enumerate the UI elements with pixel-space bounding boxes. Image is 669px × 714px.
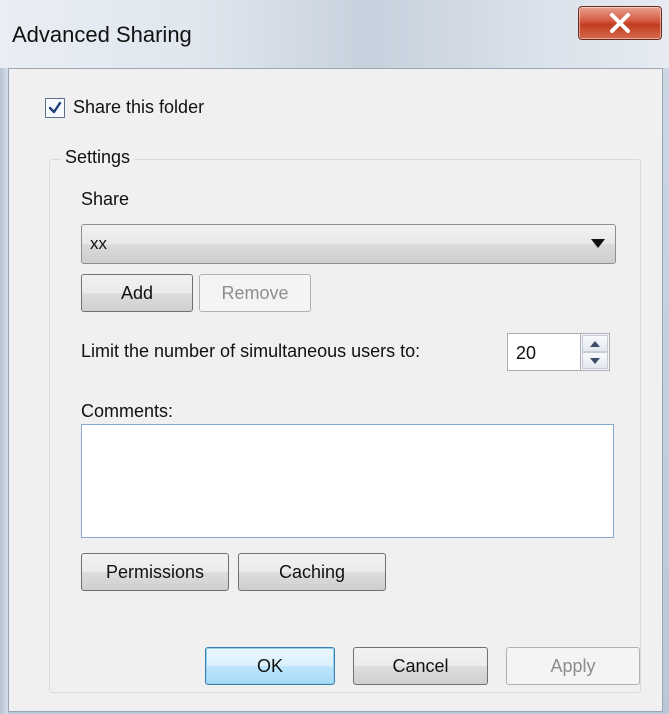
apply-button[interactable]: Apply — [506, 647, 640, 685]
user-limit-spinner[interactable] — [580, 333, 610, 371]
remove-button[interactable]: Remove — [199, 274, 311, 312]
title-bar: Advanced Sharing — [0, 0, 669, 68]
share-name-value: xx — [90, 234, 107, 253]
dropdown-arrow-icon — [591, 239, 605, 248]
share-this-folder-row[interactable]: Share this folder — [45, 97, 204, 118]
share-name-dropdown[interactable]: xx — [81, 224, 616, 264]
comments-textarea[interactable] — [81, 424, 614, 538]
dialog-body: Share this folder Settings Share xx Add … — [8, 68, 663, 712]
settings-group-title: Settings — [61, 147, 135, 168]
share-label: Share — [81, 189, 130, 209]
share-this-folder-checkbox[interactable] — [45, 97, 65, 118]
spin-up-button[interactable] — [582, 335, 608, 352]
user-limit-input[interactable]: 20 — [507, 333, 581, 371]
spin-down-icon — [590, 357, 600, 364]
ok-button[interactable]: OK — [205, 647, 335, 685]
spin-down-button[interactable] — [582, 352, 608, 369]
checkmark-icon — [48, 101, 62, 113]
advanced-sharing-window: Advanced Sharing Share this folder Setti… — [0, 0, 669, 714]
close-button[interactable] — [578, 6, 662, 40]
add-button[interactable]: Add — [81, 274, 193, 312]
comments-label: Comments: — [81, 401, 174, 421]
share-this-folder-label: Share this folder — [73, 97, 205, 117]
cancel-button[interactable]: Cancel — [353, 647, 488, 685]
limit-users-label: Limit the number of simultaneous users t… — [81, 341, 421, 361]
caching-button[interactable]: Caching — [238, 553, 386, 591]
window-border — [0, 68, 8, 714]
permissions-button[interactable]: Permissions — [81, 553, 229, 591]
user-limit-value: 20 — [516, 343, 537, 363]
window-title: Advanced Sharing — [12, 22, 192, 47]
spin-up-icon — [590, 340, 600, 347]
close-icon — [610, 13, 630, 33]
